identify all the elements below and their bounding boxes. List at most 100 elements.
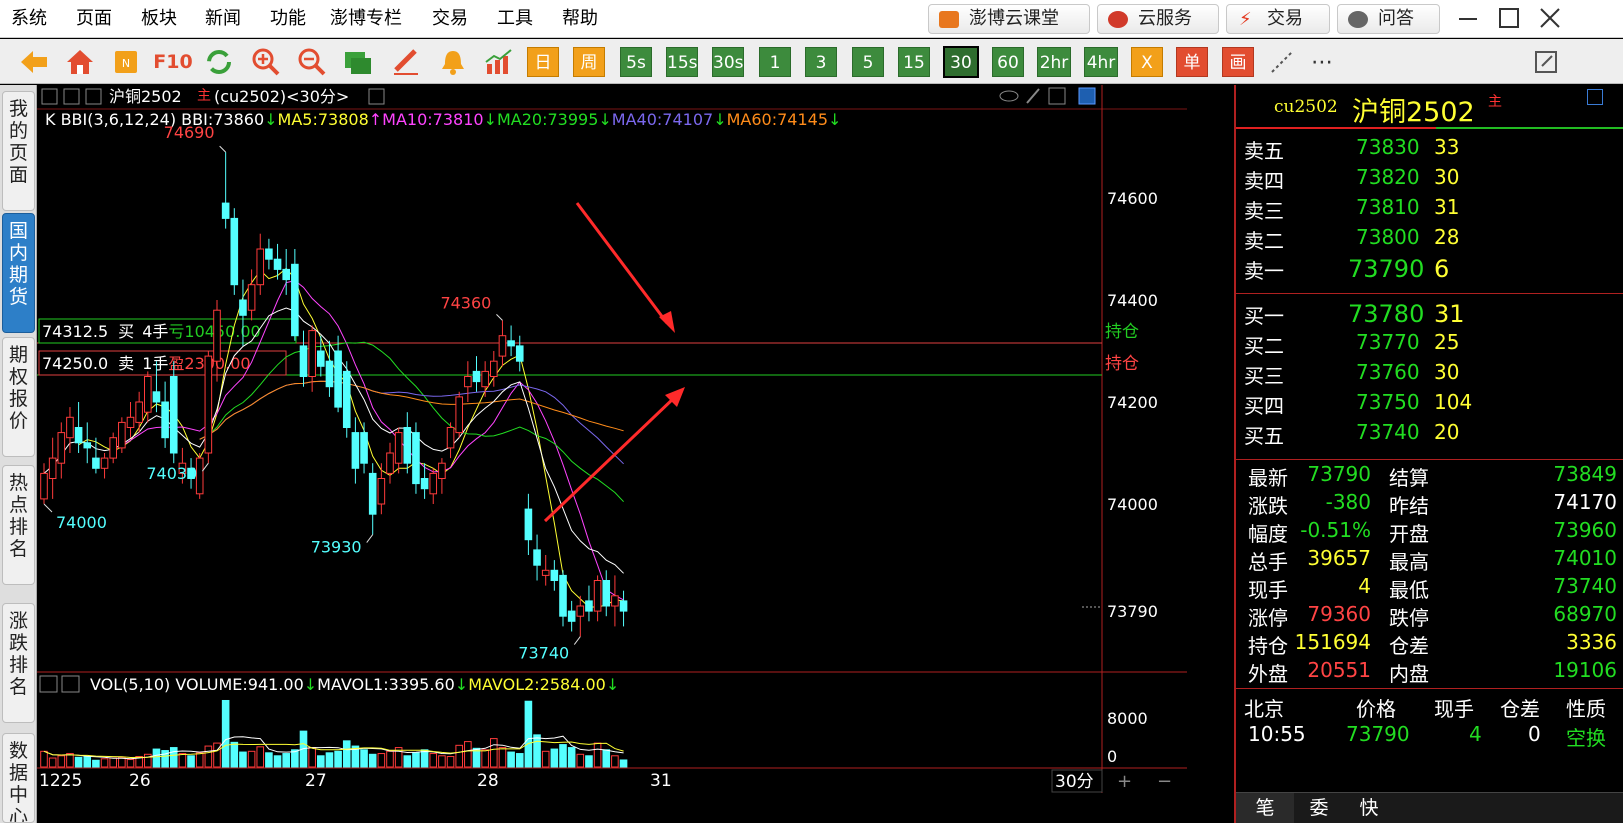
- tab-ticks[interactable]: 笔: [1236, 793, 1294, 823]
- qa-button[interactable]: 问答: [1337, 4, 1440, 34]
- period-1min-button[interactable]: 1: [759, 47, 791, 77]
- cloud-service-button[interactable]: 云服务: [1097, 4, 1219, 34]
- tick-header-nature: 性质: [1566, 697, 1606, 721]
- zoom-plus-button[interactable]: +: [1117, 771, 1132, 792]
- menu-item-function[interactable]: 功能: [270, 0, 306, 38]
- menu-item-help[interactable]: 帮助: [562, 0, 598, 38]
- more-icon[interactable]: ⋯: [1306, 46, 1338, 78]
- zoom-in-icon[interactable]: [250, 46, 282, 78]
- cloud-service-label: 云服务: [1138, 8, 1192, 29]
- volume-bar: [420, 749, 429, 768]
- kline-chart-area[interactable]: 沪铜2502 主 (cu2502)<30分> K BBI(3,6,12,24) …: [37, 85, 1234, 823]
- order-button[interactable]: 单: [1176, 47, 1208, 77]
- bid-row[interactable]: 买四 73750 104: [1236, 390, 1623, 420]
- menu-item-news[interactable]: 新闻: [205, 0, 241, 38]
- price-annotation: 73740: [518, 644, 569, 663]
- news-icon[interactable]: N: [110, 46, 142, 78]
- quote-main-badge: 主: [1488, 94, 1502, 110]
- minimize-icon[interactable]: [1456, 6, 1480, 30]
- quote-divider-red: [1236, 127, 1436, 129]
- trend-chart-icon[interactable]: [483, 46, 515, 78]
- period-day-button[interactable]: 日: [527, 47, 559, 77]
- line-tool-icon[interactable]: [1266, 46, 1298, 78]
- menu-item-tools[interactable]: 工具: [497, 0, 533, 38]
- tab-data-center[interactable]: 数据中心: [2, 733, 35, 823]
- tab-my-pages[interactable]: 我的页面: [2, 91, 35, 211]
- exit-page-icon[interactable]: [1531, 46, 1563, 78]
- tab-domestic-futures[interactable]: 国内期货: [2, 213, 35, 333]
- candle-body: [619, 600, 628, 612]
- bid-row[interactable]: 买二 73770 25: [1236, 330, 1623, 360]
- ask-row[interactable]: 卖二 73800 28: [1236, 225, 1623, 255]
- candle-body: [611, 595, 619, 607]
- back-arrow-icon[interactable]: [18, 46, 50, 78]
- bid-row[interactable]: 买三 73760 30: [1236, 360, 1623, 390]
- chart-view-icons[interactable]: [999, 87, 1096, 105]
- zoom-minus-button[interactable]: −: [1157, 771, 1172, 792]
- trade-label: 交易: [1267, 8, 1303, 29]
- period-2hr-button[interactable]: 2hr: [1037, 47, 1071, 77]
- period-15min-button[interactable]: 15: [898, 47, 930, 77]
- home-icon[interactable]: [64, 46, 96, 78]
- draw-pen-icon[interactable]: [390, 46, 422, 78]
- volume-bar: [559, 744, 567, 768]
- order-level-label: 买四: [1244, 394, 1284, 418]
- volume-header-controls[interactable]: [39, 675, 80, 693]
- date-label: 27: [305, 771, 327, 791]
- refresh-icon[interactable]: [203, 46, 235, 78]
- cloud-class-button[interactable]: 澎博云课堂: [928, 4, 1090, 34]
- tab-options-quote[interactable]: 期权报价: [2, 337, 35, 457]
- main-contract-badge: 主: [197, 88, 211, 104]
- menu-item-sector[interactable]: 板块: [141, 0, 177, 38]
- zoom-out-icon[interactable]: [296, 46, 328, 78]
- period-5s-button[interactable]: 5s: [620, 47, 652, 77]
- quote-expand-icon[interactable]: [1587, 89, 1603, 105]
- volume-bar: [178, 753, 187, 768]
- bid-row[interactable]: 买一 73780 31: [1236, 300, 1623, 330]
- tab-change-ranking[interactable]: 涨跌排名: [2, 603, 35, 723]
- period-15s-button[interactable]: 15s: [666, 47, 698, 77]
- close-icon[interactable]: [1538, 6, 1562, 30]
- ask-row[interactable]: 卖四 73820 30: [1236, 165, 1623, 195]
- maximize-icon[interactable]: [1497, 6, 1521, 30]
- candle-body: [515, 345, 524, 362]
- window-icon[interactable]: [342, 46, 374, 78]
- trade-button[interactable]: ⚡ 交易: [1226, 4, 1330, 34]
- candle-body: [169, 376, 178, 454]
- volume-bar: [273, 755, 282, 768]
- period-5min-button[interactable]: 5: [852, 47, 884, 77]
- f10-icon[interactable]: F10: [153, 46, 192, 78]
- svg-text:N: N: [122, 57, 130, 70]
- menu-item-trade[interactable]: 交易: [432, 0, 468, 38]
- period-week-button[interactable]: 周: [573, 47, 605, 77]
- period-30s-button[interactable]: 30s: [712, 47, 744, 77]
- bid-row[interactable]: 买五 73740 20: [1236, 420, 1623, 450]
- menu-item-column[interactable]: 澎博专栏: [330, 0, 402, 38]
- menu-item-page[interactable]: 页面: [76, 0, 112, 38]
- stats-row: 幅度 -0.51% 开盘 73960: [1236, 518, 1623, 548]
- period-4hr-button[interactable]: 4hr: [1084, 47, 1118, 77]
- volume-bar: [247, 750, 256, 768]
- ask-row[interactable]: 卖一 73790 6: [1236, 255, 1623, 285]
- period-3min-button[interactable]: 3: [805, 47, 837, 77]
- tab-hot-ranking[interactable]: 热点排名: [2, 465, 35, 585]
- stat-value: 68970: [1553, 602, 1617, 626]
- ask-row[interactable]: 卖三 73810 31: [1236, 195, 1623, 225]
- draw-button[interactable]: 画: [1222, 47, 1254, 77]
- candle-body: [291, 263, 299, 337]
- alarm-bell-icon[interactable]: [437, 46, 469, 78]
- period-30min-button[interactable]: 30: [943, 46, 979, 78]
- mavol1-label: MAVOL1:3395.60: [317, 675, 455, 694]
- stat-value: 4: [1358, 574, 1371, 598]
- order-level-volume: 31: [1434, 300, 1465, 328]
- ask-row[interactable]: 卖五 73830 33: [1236, 135, 1623, 165]
- tab-quick[interactable]: 快: [1344, 793, 1394, 823]
- order-level-volume: 25: [1434, 330, 1460, 354]
- volume-axis-tick-8000: 8000: [1107, 709, 1148, 728]
- close-chart-button[interactable]: X: [1131, 47, 1163, 77]
- candle-body: [472, 370, 481, 383]
- tab-orders[interactable]: 委: [1294, 793, 1344, 823]
- candle-body: [282, 268, 290, 281]
- menu-item-system[interactable]: 系统: [11, 0, 47, 38]
- period-60min-button[interactable]: 60: [992, 47, 1024, 77]
